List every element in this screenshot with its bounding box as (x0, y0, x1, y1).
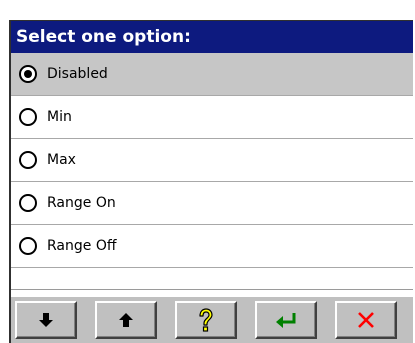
option-label: Range On (47, 195, 116, 211)
enter-icon (276, 313, 296, 328)
option-disabled[interactable]: Disabled (11, 53, 413, 96)
dialog-title: Select one option: (11, 21, 413, 53)
radio-button[interactable] (19, 194, 37, 212)
help-icon (199, 308, 213, 332)
option-label: Range Off (47, 238, 117, 254)
options-list: Disabled Min Max Range On Range Off (11, 53, 413, 289)
radio-button-checked[interactable] (19, 65, 37, 83)
close-button[interactable] (335, 301, 397, 339)
enter-button[interactable] (255, 301, 317, 339)
toolbar (11, 297, 413, 343)
close-icon (358, 312, 374, 328)
radio-dot-icon (24, 70, 32, 78)
help-button[interactable] (175, 301, 237, 339)
arrow-up-icon (119, 313, 133, 327)
option-dialog: Select one option: Disabled Min Max Rang… (9, 20, 413, 343)
radio-button[interactable] (19, 108, 37, 126)
divider (11, 289, 413, 290)
radio-button[interactable] (19, 151, 37, 169)
arrow-down-icon (39, 313, 53, 327)
scroll-up-button[interactable] (95, 301, 157, 339)
option-min[interactable]: Min (11, 96, 413, 139)
option-range-off[interactable]: Range Off (11, 225, 413, 268)
option-label: Min (47, 109, 72, 125)
option-label: Disabled (47, 66, 108, 82)
option-max[interactable]: Max (11, 139, 413, 182)
option-range-on[interactable]: Range On (11, 182, 413, 225)
option-label: Max (47, 152, 76, 168)
radio-button[interactable] (19, 237, 37, 255)
scroll-down-button[interactable] (15, 301, 77, 339)
